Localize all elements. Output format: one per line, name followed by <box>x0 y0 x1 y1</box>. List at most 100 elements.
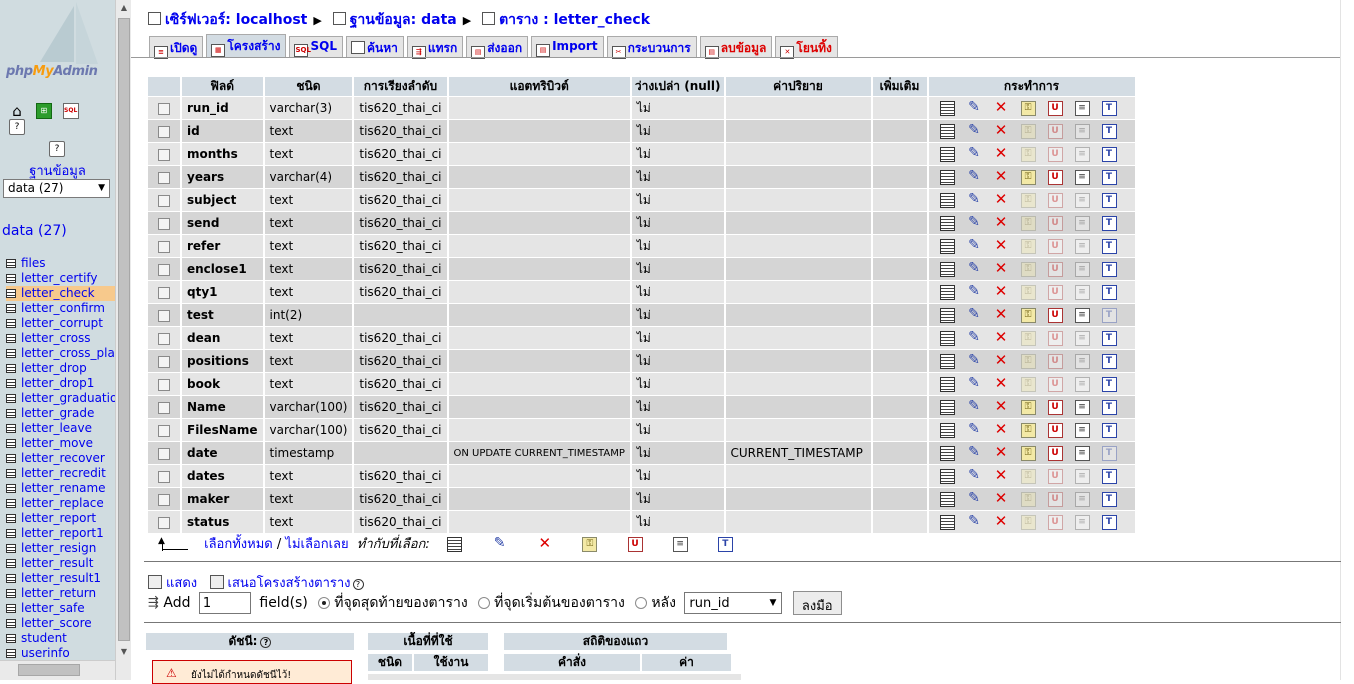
row-checkbox[interactable] <box>158 148 170 161</box>
index-icon[interactable]: ≡ <box>1074 445 1090 461</box>
tab-structure[interactable]: ▦ โครงสร้าง <box>206 34 287 58</box>
primary-key-icon[interactable]: ⚿ <box>1020 514 1036 530</box>
bulk-primary-key-icon[interactable]: ⚿ <box>582 537 598 552</box>
table-browse-icon[interactable] <box>6 484 16 493</box>
primary-key-icon[interactable]: ⚿ <box>1020 353 1036 369</box>
edit-icon[interactable]: ✎ <box>967 445 982 461</box>
drop-icon[interactable]: ✕ <box>994 444 1009 461</box>
index-icon[interactable]: ≡ <box>1074 238 1090 254</box>
unique-icon[interactable]: U <box>1047 491 1063 507</box>
edit-icon[interactable]: ✎ <box>967 284 982 300</box>
fulltext-icon[interactable]: T <box>1101 192 1117 208</box>
unique-icon[interactable]: U <box>1047 146 1063 162</box>
primary-key-icon[interactable]: ⚿ <box>1020 307 1036 323</box>
table-list-item[interactable]: letter_confirm <box>6 301 118 316</box>
primary-key-icon[interactable]: ⚿ <box>1020 169 1036 185</box>
edit-icon[interactable]: ✎ <box>967 238 982 254</box>
browse-icon[interactable] <box>939 353 955 369</box>
drop-icon[interactable]: ✕ <box>994 375 1009 392</box>
unique-icon[interactable]: U <box>1047 215 1063 231</box>
table-list-item[interactable]: student <box>6 631 118 646</box>
unique-icon[interactable]: U <box>1047 284 1063 300</box>
table-browse-icon[interactable] <box>6 424 16 433</box>
browse-icon[interactable] <box>939 238 955 254</box>
drop-icon[interactable]: ✕ <box>994 306 1009 323</box>
table-browse-icon[interactable] <box>6 619 16 628</box>
table-list-item[interactable]: letter_rename <box>6 481 118 496</box>
unique-icon[interactable]: U <box>1047 399 1063 415</box>
table-list-item[interactable]: letter_drop1 <box>6 376 118 391</box>
table-list-item[interactable]: letter_result1 <box>6 571 118 586</box>
table-link[interactable]: letter_recredit <box>21 466 106 480</box>
at-begin-label[interactable]: ที่จุดเริ่มต้นของตาราง <box>494 595 625 611</box>
primary-key-icon[interactable]: ⚿ <box>1020 123 1036 139</box>
row-checkbox[interactable] <box>158 447 170 460</box>
edit-icon[interactable]: ✎ <box>967 376 982 392</box>
table-browse-icon[interactable] <box>6 409 16 418</box>
table-link[interactable]: letter_corrupt <box>21 316 103 330</box>
drop-icon[interactable]: ✕ <box>994 145 1009 162</box>
uncheck-all-link[interactable]: ไม่เลือกเลย <box>285 537 348 552</box>
edit-icon[interactable]: ✎ <box>967 192 982 208</box>
browse-icon[interactable] <box>939 445 955 461</box>
primary-key-icon[interactable]: ⚿ <box>1020 491 1036 507</box>
unique-icon[interactable]: U <box>1047 514 1063 530</box>
index-icon[interactable]: ≡ <box>1074 123 1090 139</box>
fulltext-icon[interactable]: T <box>1101 491 1117 507</box>
drop-icon[interactable]: ✕ <box>994 99 1009 116</box>
table-list-item[interactable]: letter_report <box>6 511 118 526</box>
index-icon[interactable]: ≡ <box>1074 491 1090 507</box>
table-list-item[interactable]: letter_score <box>6 616 118 631</box>
table-list-item[interactable]: letter_recover <box>6 451 118 466</box>
drop-icon[interactable]: ✕ <box>994 122 1009 139</box>
database-name-link[interactable]: data (27) <box>2 223 67 239</box>
sql-icon[interactable]: SQL <box>62 103 79 119</box>
browse-icon[interactable] <box>939 330 955 346</box>
table-list-item[interactable]: letter_replace <box>6 496 118 511</box>
unique-icon[interactable]: U <box>1047 307 1063 323</box>
primary-key-icon[interactable]: ⚿ <box>1020 399 1036 415</box>
help-icon[interactable]: ? <box>352 579 364 590</box>
bulk-fulltext-icon[interactable]: T <box>717 537 733 552</box>
browse-icon[interactable] <box>939 491 955 507</box>
fulltext-icon[interactable]: T <box>1101 468 1117 484</box>
table-list-item[interactable]: letter_check <box>6 286 118 301</box>
table-browse-icon[interactable] <box>6 439 16 448</box>
primary-key-icon[interactable]: ⚿ <box>1020 146 1036 162</box>
table-link[interactable]: letter_check <box>21 286 95 300</box>
drop-icon[interactable]: ✕ <box>994 260 1009 277</box>
row-checkbox[interactable] <box>158 493 170 506</box>
after-radio[interactable] <box>635 597 648 609</box>
index-icon[interactable]: ≡ <box>1074 192 1090 208</box>
drop-icon[interactable]: ✕ <box>994 421 1009 438</box>
primary-key-icon[interactable]: ⚿ <box>1020 330 1036 346</box>
field-count-input[interactable]: 1 <box>198 592 251 614</box>
unique-icon[interactable]: U <box>1047 123 1063 139</box>
edit-icon[interactable]: ✎ <box>967 514 982 530</box>
browse-icon[interactable] <box>939 192 955 208</box>
table-link[interactable]: letter_leave <box>21 421 92 435</box>
breadcrumb-server[interactable]: เซิร์ฟเวอร์: localhost <box>165 12 307 28</box>
table-browse-icon[interactable] <box>6 394 16 403</box>
browse-icon[interactable] <box>939 514 955 530</box>
breadcrumb-table[interactable]: ตาราง : letter_check <box>499 12 650 28</box>
primary-key-icon[interactable]: ⚿ <box>1020 215 1036 231</box>
browse-icon[interactable] <box>939 123 955 139</box>
home-icon[interactable]: ⌂ <box>9 103 25 119</box>
drop-icon[interactable]: ✕ <box>994 490 1009 507</box>
row-checkbox[interactable] <box>158 355 170 368</box>
table-list-item[interactable]: letter_recredit <box>6 466 118 481</box>
row-checkbox[interactable] <box>158 217 170 230</box>
browse-icon[interactable] <box>939 376 955 392</box>
edit-icon[interactable]: ✎ <box>967 468 982 484</box>
table-browse-icon[interactable] <box>6 349 16 358</box>
table-browse-icon[interactable] <box>6 379 16 388</box>
table-link[interactable]: letter_drop <box>21 361 87 375</box>
unique-icon[interactable]: U <box>1047 100 1063 116</box>
table-link[interactable]: letter_score <box>21 616 92 630</box>
table-browse-icon[interactable] <box>6 499 16 508</box>
index-icon[interactable]: ≡ <box>1074 330 1090 346</box>
bulk-index-icon[interactable]: ≡ <box>672 537 688 552</box>
scroll-up-arrow-icon[interactable]: ▲ <box>116 0 131 16</box>
table-link[interactable]: letter_replace <box>21 496 104 510</box>
